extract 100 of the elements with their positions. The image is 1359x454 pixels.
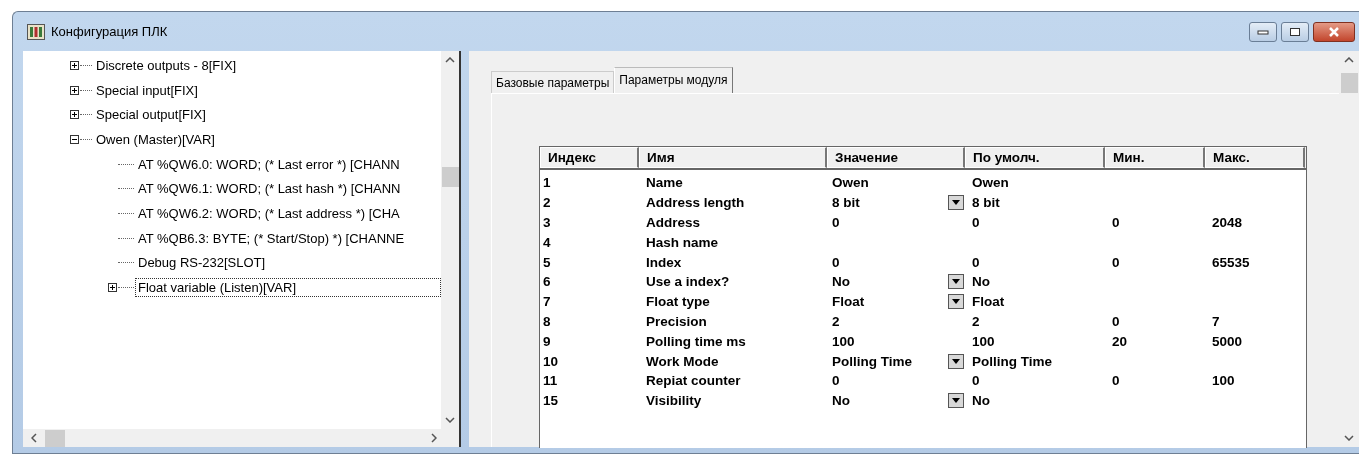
table-cell: Polling time ms bbox=[646, 333, 746, 349]
table-cell: No bbox=[832, 274, 850, 290]
table-cell: Address bbox=[646, 215, 701, 230]
table-cell: 0 bbox=[832, 373, 840, 389]
table-cell: Polling Time bbox=[832, 353, 912, 369]
scroll-down-icon[interactable] bbox=[445, 417, 455, 423]
table-cell: No bbox=[972, 393, 990, 409]
table-cell: 100 bbox=[1212, 373, 1235, 389]
column-header[interactable]: По умолч. bbox=[965, 147, 1105, 168]
expand-icon[interactable] bbox=[108, 283, 117, 293]
dropdown-button[interactable] bbox=[948, 195, 964, 211]
column-header[interactable]: Значение bbox=[827, 147, 965, 168]
table-cell: 11 bbox=[543, 373, 558, 389]
column-header[interactable]: Индекс bbox=[540, 147, 639, 168]
table-cell: Name bbox=[646, 175, 683, 191]
tree-item[interactable]: AT %QB6.3: BYTE; (* Start/Stop) *) [CHANNE bbox=[135, 228, 408, 248]
table-cell: 100 bbox=[832, 333, 855, 349]
table-cell: 0 bbox=[1112, 215, 1120, 230]
table-cell: 0 bbox=[1112, 254, 1120, 270]
maximize-button[interactable] bbox=[1281, 22, 1309, 42]
tree-item[interactable]: AT %QW6.0: WORD; (* Last error *) [CHANN bbox=[135, 154, 403, 174]
table-cell: 6 bbox=[543, 274, 551, 290]
window-title: Конфигурация ПЛК bbox=[51, 24, 168, 39]
table-cell: 7 bbox=[1212, 313, 1220, 329]
table-cell: Precision bbox=[646, 313, 707, 329]
table-cell: 2 bbox=[543, 195, 551, 211]
table-cell: 9 bbox=[543, 333, 551, 349]
column-header[interactable]: Мин. bbox=[1105, 147, 1205, 168]
table-cell: 0 bbox=[832, 254, 840, 270]
table-cell: 0 bbox=[832, 215, 840, 230]
tree-item[interactable]: Debug RS-232[SLOT] bbox=[135, 253, 269, 273]
tree-item[interactable]: Discrete outputs - 8[FIX] bbox=[93, 55, 240, 75]
scroll-thumb[interactable] bbox=[45, 429, 65, 447]
scroll-left-icon[interactable] bbox=[31, 433, 37, 443]
table-cell: 2 bbox=[972, 313, 980, 329]
dropdown-button[interactable] bbox=[948, 353, 964, 369]
expand-icon[interactable] bbox=[70, 85, 79, 95]
vertical-scrollbar[interactable] bbox=[441, 51, 459, 429]
table-cell: 2 bbox=[832, 313, 840, 329]
table-cell: Float type bbox=[646, 294, 710, 310]
horizontal-scrollbar[interactable] bbox=[23, 429, 459, 447]
tree-item[interactable]: Owen (Master)[VAR] bbox=[93, 129, 218, 149]
table-cell: No bbox=[972, 274, 990, 290]
table-cell: Index bbox=[646, 254, 682, 270]
table-cell: 100 bbox=[972, 333, 995, 349]
table-cell: 4 bbox=[543, 234, 551, 250]
table-cell: 3 bbox=[543, 215, 551, 230]
column-header[interactable]: Имя bbox=[639, 147, 827, 168]
table-cell: 0 bbox=[1112, 313, 1120, 329]
column-header[interactable]: Макс. bbox=[1205, 147, 1305, 168]
table-cell: 10 bbox=[543, 353, 559, 369]
dropdown-button[interactable] bbox=[948, 274, 964, 290]
table-cell: 2048 bbox=[1212, 215, 1243, 230]
tree-item[interactable]: Special output[FIX] bbox=[93, 105, 209, 125]
table-cell: No bbox=[832, 393, 850, 409]
table-cell: Float bbox=[972, 294, 1005, 310]
dropdown-button[interactable] bbox=[948, 294, 964, 310]
table-cell: 0 bbox=[972, 254, 980, 270]
close-button[interactable] bbox=[1313, 22, 1355, 42]
table-cell: Use a index? bbox=[646, 274, 730, 290]
table-cell: 8 bbox=[543, 313, 551, 329]
table-cell: Owen bbox=[972, 175, 1009, 191]
scroll-right-icon[interactable] bbox=[431, 433, 437, 443]
tree-item[interactable]: Float variable (Listen)[VAR] bbox=[135, 278, 441, 298]
table-cell: Repiat counter bbox=[646, 373, 741, 389]
collapse-icon[interactable] bbox=[70, 134, 79, 144]
scroll-up-icon[interactable] bbox=[445, 57, 455, 63]
scroll-down-icon[interactable] bbox=[1344, 435, 1354, 441]
table-cell: 0 bbox=[972, 373, 980, 389]
scroll-up-icon[interactable] bbox=[1344, 57, 1354, 63]
tab[interactable]: Параметры модуля bbox=[614, 67, 733, 93]
close-icon bbox=[1327, 27, 1341, 37]
scroll-thumb[interactable] bbox=[441, 167, 459, 187]
tree-item[interactable]: Special input[FIX] bbox=[93, 80, 201, 100]
table-cell: 0 bbox=[972, 215, 980, 230]
expand-icon[interactable] bbox=[70, 60, 79, 70]
table-cell: Hash name bbox=[646, 234, 719, 250]
minimize-icon bbox=[1257, 29, 1269, 35]
table-cell: 8 bit bbox=[832, 195, 860, 211]
table-cell: Float bbox=[832, 294, 865, 310]
table-cell: Work Mode bbox=[646, 353, 719, 369]
tree-item[interactable]: AT %QW6.1: WORD; (* Last hash *) [CHANN bbox=[135, 179, 404, 199]
table-cell: 20 bbox=[1112, 333, 1128, 349]
app-grid-icon bbox=[27, 23, 45, 40]
scroll-thumb[interactable] bbox=[1340, 73, 1358, 93]
table-cell: Polling Time bbox=[972, 353, 1052, 369]
table-cell: 7 bbox=[543, 294, 551, 310]
tree-item[interactable]: AT %QW6.2: WORD; (* Last address *) [CHA bbox=[135, 203, 403, 223]
table-cell: Owen bbox=[832, 175, 869, 191]
table-cell: Visibility bbox=[646, 393, 702, 409]
expand-icon[interactable] bbox=[70, 110, 79, 120]
table-cell: Address length bbox=[646, 195, 745, 211]
dropdown-button[interactable] bbox=[948, 393, 964, 409]
table-cell: 5 bbox=[543, 254, 551, 270]
tab[interactable]: Базовые параметры bbox=[491, 71, 615, 93]
table-cell: 1 bbox=[543, 175, 551, 191]
table-cell: 65535 bbox=[1212, 254, 1250, 270]
table-cell: 8 bit bbox=[972, 195, 1000, 211]
table-cell: 0 bbox=[1112, 373, 1120, 389]
table-cell: 15 bbox=[543, 393, 559, 409]
